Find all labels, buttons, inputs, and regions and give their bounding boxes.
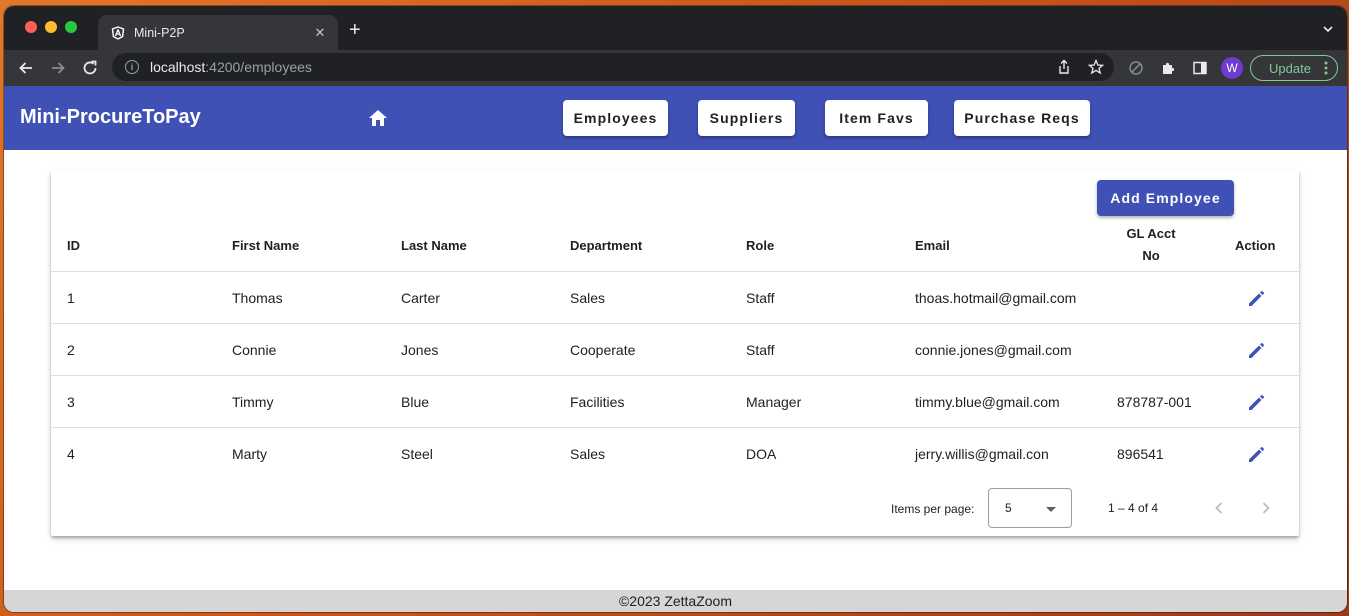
cell-email: thoas.hotmail@gmail.com bbox=[915, 290, 1077, 306]
tab-strip: Mini-P2P ✕ + bbox=[4, 6, 1347, 50]
browser-window: Mini-P2P ✕ + i localhost:4200/employees … bbox=[4, 6, 1347, 612]
home-icon[interactable] bbox=[368, 109, 388, 127]
app-brand[interactable]: Mini-ProcureToPay bbox=[20, 106, 201, 129]
col-header-email[interactable]: Email bbox=[915, 218, 950, 272]
col-header-gl-acct-no[interactable]: GL Acct No bbox=[1117, 218, 1185, 272]
reload-icon[interactable] bbox=[80, 58, 100, 78]
update-label: Update bbox=[1269, 60, 1311, 76]
cell-department: Sales bbox=[570, 446, 606, 462]
cell-role: Manager bbox=[746, 394, 802, 410]
col-header-department[interactable]: Department bbox=[570, 218, 642, 272]
dropdown-arrow-icon bbox=[1046, 507, 1056, 512]
cell-last-name: Blue bbox=[401, 394, 430, 410]
cell-gl-acct: 896541 bbox=[1117, 446, 1164, 462]
cell-last-name: Steel bbox=[401, 446, 433, 462]
cell-last-name: Jones bbox=[401, 342, 439, 358]
close-tab-icon[interactable]: ✕ bbox=[312, 25, 328, 41]
col-header-role[interactable]: Role bbox=[746, 218, 774, 272]
cell-email: connie.jones@gmail.com bbox=[915, 342, 1072, 358]
cell-first-name: Connie bbox=[232, 342, 277, 358]
bookmark-star-icon[interactable] bbox=[1088, 59, 1104, 75]
cell-email: jerry.willis@gmail.con bbox=[915, 446, 1049, 462]
close-window-button[interactable] bbox=[25, 21, 37, 33]
maximize-window-button[interactable] bbox=[65, 21, 77, 33]
tab-search-chevron-icon[interactable] bbox=[1323, 24, 1333, 34]
paginator: Items per page: 5 1 – 4 of 4 bbox=[51, 488, 1299, 528]
table-row: 3 Timmy Blue Facilities Manager timmy.bl… bbox=[51, 376, 1299, 428]
nav-suppliers-button[interactable]: Suppliers bbox=[698, 100, 795, 136]
url-path: :4200/employees bbox=[205, 59, 312, 75]
edit-icon[interactable] bbox=[1247, 288, 1267, 308]
col-header-first-name[interactable]: First Name bbox=[232, 218, 299, 272]
cell-role: Staff bbox=[746, 342, 775, 358]
forward-arrow-icon[interactable] bbox=[48, 58, 68, 78]
share-icon[interactable] bbox=[1056, 59, 1072, 75]
cell-department: Sales bbox=[570, 290, 606, 306]
cell-id: 4 bbox=[67, 446, 75, 462]
col-header-action: Action bbox=[1235, 237, 1276, 253]
items-per-page-value: 5 bbox=[1005, 501, 1012, 515]
url-host: localhost bbox=[150, 59, 206, 75]
extensions-puzzle-icon[interactable] bbox=[1160, 60, 1176, 76]
col-header-gl-line-2: No bbox=[1142, 248, 1160, 263]
minimize-window-button[interactable] bbox=[45, 21, 57, 33]
cell-role: DOA bbox=[746, 446, 777, 462]
employees-card: Add Employee ID First Name Last Name Dep… bbox=[51, 170, 1299, 536]
nav-employees-button[interactable]: Employees bbox=[563, 100, 668, 136]
angular-favicon-icon bbox=[111, 25, 125, 40]
app-header: Mini-ProcureToPay Employees Suppliers It… bbox=[4, 86, 1347, 150]
nav-purchase-reqs-button[interactable]: Purchase Reqs bbox=[954, 100, 1090, 136]
edit-icon[interactable] bbox=[1247, 340, 1267, 360]
cell-role: Staff bbox=[746, 290, 775, 306]
col-header-gl-line-1: GL Acct bbox=[1126, 226, 1176, 241]
cell-first-name: Thomas bbox=[232, 290, 283, 306]
back-arrow-icon[interactable] bbox=[16, 58, 36, 78]
footer: ©2023 ZettaZoom bbox=[4, 590, 1347, 612]
cell-gl-acct: 878787-001 bbox=[1117, 394, 1192, 410]
cell-first-name: Marty bbox=[232, 446, 267, 462]
cell-first-name: Timmy bbox=[232, 394, 274, 410]
browser-update-button[interactable]: Update bbox=[1250, 55, 1338, 81]
table-header-row: ID First Name Last Name Department Role … bbox=[51, 218, 1299, 272]
col-header-id[interactable]: ID bbox=[67, 218, 80, 272]
next-page-chevron-icon[interactable] bbox=[1256, 498, 1276, 518]
tab-title: Mini-P2P bbox=[134, 25, 185, 40]
cell-department: Facilities bbox=[570, 394, 625, 410]
new-tab-icon[interactable]: + bbox=[349, 20, 361, 40]
side-panel-icon[interactable] bbox=[1192, 60, 1208, 76]
site-info-icon[interactable]: i bbox=[125, 60, 139, 74]
address-bar[interactable]: i localhost:4200/employees bbox=[112, 53, 1114, 81]
items-per-page-label: Items per page: bbox=[891, 502, 975, 516]
table-row: 4 Marty Steel Sales DOA jerry.willis@gma… bbox=[51, 428, 1299, 480]
add-employee-button[interactable]: Add Employee bbox=[1097, 180, 1234, 216]
edit-icon[interactable] bbox=[1247, 444, 1267, 464]
sync-paused-icon[interactable] bbox=[1128, 60, 1144, 76]
previous-page-chevron-icon[interactable] bbox=[1209, 498, 1229, 518]
cell-department: Cooperate bbox=[570, 342, 636, 358]
cell-last-name: Carter bbox=[401, 290, 440, 306]
cell-id: 1 bbox=[67, 290, 75, 306]
nav-item-favs-button[interactable]: Item Favs bbox=[825, 100, 928, 136]
cell-id: 2 bbox=[67, 342, 75, 358]
profile-avatar[interactable]: W bbox=[1221, 57, 1243, 79]
col-header-last-name[interactable]: Last Name bbox=[401, 218, 467, 272]
more-vertical-icon[interactable] bbox=[1324, 61, 1328, 75]
table-row: 2 Connie Jones Cooperate Staff connie.jo… bbox=[51, 324, 1299, 376]
edit-icon[interactable] bbox=[1247, 392, 1267, 412]
browser-toolbar: i localhost:4200/employees W Update bbox=[4, 50, 1347, 86]
cell-email: timmy.blue@gmail.com bbox=[915, 394, 1060, 410]
page-range-label: 1 – 4 of 4 bbox=[1108, 501, 1159, 515]
items-per-page-select[interactable]: 5 bbox=[988, 488, 1072, 528]
browser-tab[interactable]: Mini-P2P ✕ bbox=[98, 15, 338, 50]
cell-id: 3 bbox=[67, 394, 75, 410]
table-row: 1 Thomas Carter Sales Staff thoas.hotmai… bbox=[51, 272, 1299, 324]
